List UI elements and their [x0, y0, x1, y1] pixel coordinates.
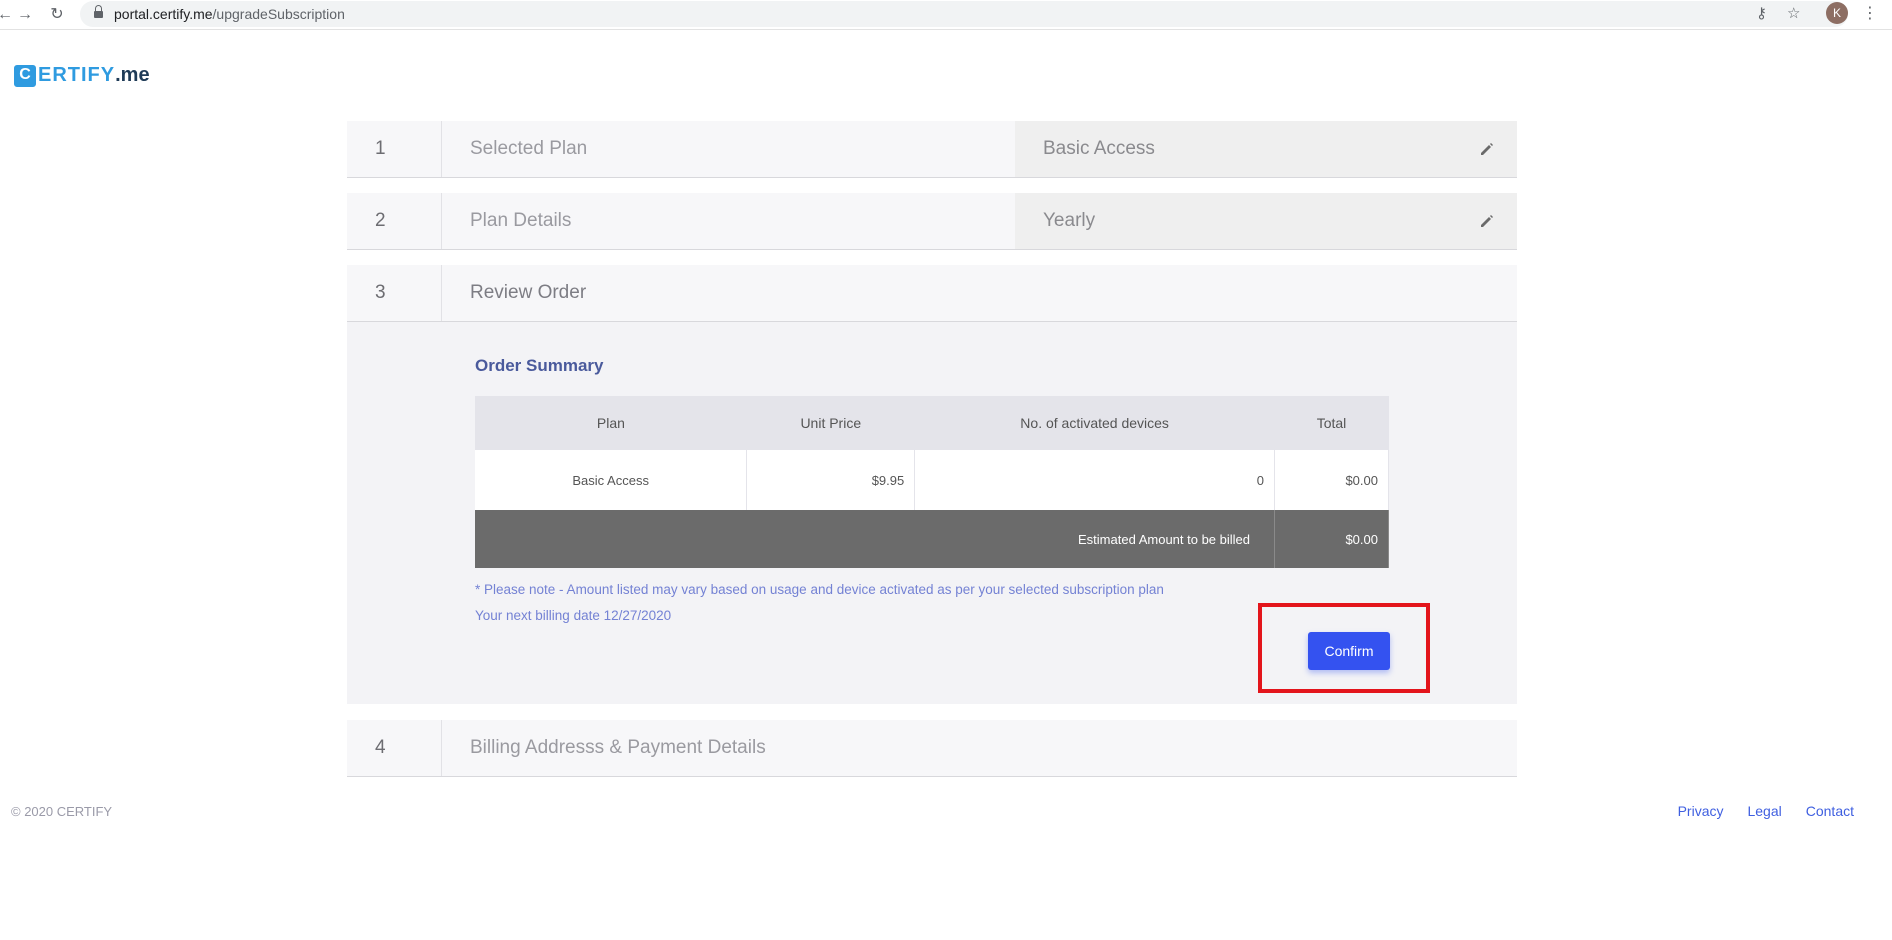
- browser-toolbar: ← → ↻ portal.certify.me/upgradeSubscript…: [0, 0, 1892, 30]
- step-value: Basic Access: [1043, 138, 1155, 159]
- certify-logo[interactable]: C ERTIFY.me: [14, 64, 150, 87]
- profile-avatar[interactable]: K: [1826, 2, 1848, 24]
- step-number: 1: [347, 121, 442, 177]
- pricing-note: * Please note - Amount listed may vary b…: [475, 582, 1164, 597]
- step-title: Review Order: [470, 282, 587, 303]
- step-selected-plan[interactable]: 1 Selected Plan Basic Access: [347, 121, 1517, 178]
- step-billing-payment[interactable]: 4 Billing Addresss & Payment Details: [347, 720, 1517, 777]
- order-summary-title: Order Summary: [475, 356, 604, 375]
- address-bar[interactable]: portal.certify.me/upgradeSubscription ⚷ …: [80, 1, 1848, 27]
- privacy-link[interactable]: Privacy: [1678, 803, 1724, 819]
- column-header: Total: [1274, 396, 1389, 450]
- reload-icon[interactable]: ↻: [46, 4, 68, 26]
- logo-mark: C: [14, 64, 36, 87]
- table-row: Basic Access $9.95 0 $0.00: [475, 450, 1389, 510]
- unit-price-cell: $9.95: [746, 450, 916, 510]
- footer-links: Privacy Legal Contact: [1678, 803, 1854, 819]
- column-header: No. of activated devices: [914, 396, 1275, 450]
- estimated-total-row: Estimated Amount to be billed $0.00: [475, 510, 1389, 568]
- estimated-total: $0.00: [1274, 510, 1389, 568]
- step-title: Plan Details: [470, 210, 572, 231]
- step-value: Yearly: [1043, 210, 1096, 231]
- confirm-button[interactable]: Confirm: [1308, 632, 1390, 670]
- step-number: 4: [347, 720, 442, 776]
- contact-link[interactable]: Contact: [1806, 803, 1854, 819]
- step-title: Billing Addresss & Payment Details: [470, 737, 766, 758]
- column-header: Unit Price: [746, 396, 915, 450]
- legal-link[interactable]: Legal: [1747, 803, 1781, 819]
- step-value-area: Yearly: [1015, 193, 1517, 249]
- edit-pencil-icon[interactable]: [1479, 141, 1495, 157]
- estimated-label: Estimated Amount to be billed: [475, 510, 1276, 568]
- step-review-order[interactable]: 3 Review Order: [347, 265, 1517, 322]
- forward-arrow-icon[interactable]: →: [14, 4, 36, 26]
- step-title: Selected Plan: [470, 138, 588, 159]
- key-icon[interactable]: ⚷: [1756, 4, 1767, 22]
- total-cell: $0.00: [1274, 450, 1389, 510]
- step-plan-details[interactable]: 2 Plan Details Yearly: [347, 193, 1517, 250]
- plan-cell: Basic Access: [475, 450, 748, 510]
- step-number: 3: [347, 265, 442, 321]
- star-icon[interactable]: ☆: [1787, 4, 1800, 22]
- footer-copyright: © 2020 CERTIFY: [11, 804, 113, 819]
- logo-wordmark: ERTIFY.me: [38, 64, 150, 86]
- order-summary-table: Plan Unit Price No. of activated devices…: [475, 396, 1389, 568]
- devices-cell: 0: [914, 450, 1276, 510]
- step-number: 2: [347, 193, 442, 249]
- next-billing-date: Your next billing date 12/27/2020: [475, 608, 672, 623]
- step-value-area: Basic Access: [1015, 121, 1517, 177]
- browser-menu-icon[interactable]: ⋮: [1862, 3, 1878, 23]
- column-header: Plan: [475, 396, 747, 450]
- url-text: portal.certify.me/upgradeSubscription: [114, 6, 345, 22]
- lock-icon: [94, 5, 103, 19]
- edit-pencil-icon[interactable]: [1479, 213, 1495, 229]
- table-header-row: Plan Unit Price No. of activated devices…: [475, 396, 1389, 450]
